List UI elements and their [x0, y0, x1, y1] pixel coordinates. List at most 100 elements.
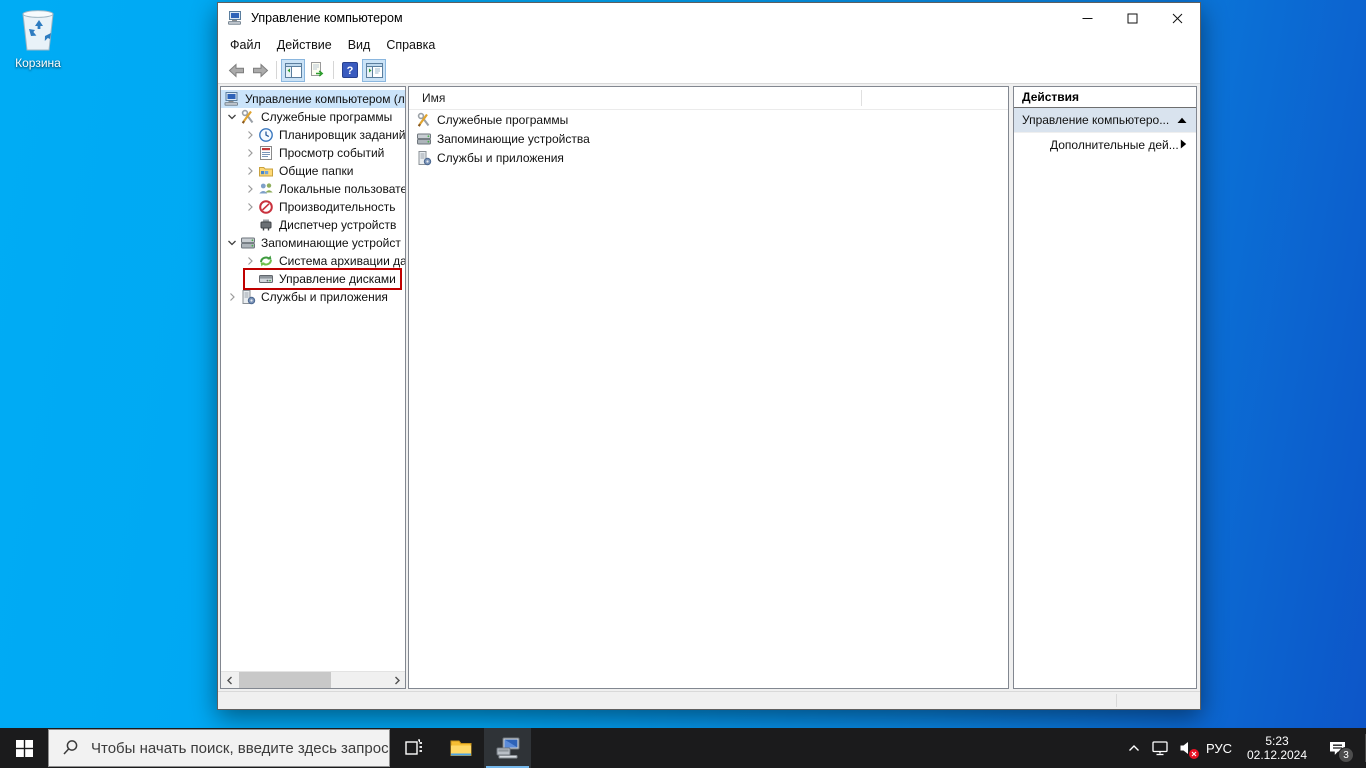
export-list-button[interactable] [305, 59, 329, 82]
event-viewer-icon [258, 145, 274, 161]
tray-overflow-chevron[interactable] [1122, 728, 1146, 768]
list-column-header[interactable]: Имя [409, 87, 1008, 110]
file-explorer-button[interactable] [437, 728, 484, 768]
status-bar-separator [1116, 694, 1117, 707]
tree-item-label: Локальные пользовате [279, 182, 406, 196]
local-users-icon [258, 181, 274, 197]
language-indicator[interactable]: РУС [1200, 728, 1238, 768]
chevron-expanded-icon[interactable] [223, 238, 240, 248]
list-item-services-and-applications[interactable]: Службы и приложения [409, 148, 1008, 167]
action-center-button[interactable]: 3 [1316, 728, 1358, 768]
system-tools-icon [416, 112, 432, 128]
network-status[interactable] [1146, 728, 1173, 768]
chevron-up-icon [1129, 745, 1139, 751]
help-button[interactable]: ? [338, 59, 362, 82]
column-separator[interactable] [861, 90, 862, 106]
show-console-tree-button[interactable] [281, 58, 305, 82]
tree-item-computer-management-root[interactable]: Управление компьютером (л [221, 90, 405, 108]
console-tree-icon [284, 62, 302, 78]
actions-pane: Действия Управление компьютеро... Дополн… [1013, 86, 1197, 689]
menu-file[interactable]: Файл [222, 35, 269, 55]
tree-item-label: Общие папки [279, 164, 354, 178]
show-action-pane-button[interactable] [362, 58, 386, 82]
action-group-label: Управление компьютеро... [1022, 113, 1170, 127]
tree-item-label: Система архивации да [279, 254, 406, 268]
tree-item-disk-management[interactable]: Управление дисками [221, 270, 405, 288]
tree-item-label: Управление компьютером (л [245, 92, 405, 106]
tree-item-label: Диспетчер устройств [279, 218, 397, 232]
maximize-button[interactable] [1110, 3, 1155, 33]
chevron-expanded-icon[interactable] [223, 112, 240, 122]
menu-help[interactable]: Справка [378, 35, 443, 55]
backup-icon [258, 253, 274, 269]
tree-item-label: Планировщик заданий [279, 128, 406, 142]
tree-item-label: Производительность [279, 200, 396, 214]
expand-right-icon[interactable] [1180, 138, 1187, 152]
tree-item-device-manager[interactable]: Диспетчер устройств [221, 216, 405, 234]
tree-horizontal-scrollbar[interactable] [221, 671, 405, 688]
items-list-pane[interactable]: Имя Служебные программы Запоминающие уст… [408, 86, 1009, 689]
scrollbar-thumb[interactable] [239, 672, 331, 688]
task-view-button[interactable] [390, 728, 437, 768]
chevron-collapsed-icon[interactable] [241, 166, 258, 176]
computer-management-app-icon [227, 10, 243, 26]
start-button[interactable] [0, 728, 48, 768]
toolbar-separator [333, 61, 334, 79]
export-list-icon [311, 62, 324, 77]
search-input[interactable] [48, 729, 390, 767]
tree-item-task-scheduler[interactable]: Планировщик заданий [221, 126, 405, 144]
computer-icon [224, 91, 240, 107]
tree-item-storage[interactable]: Запоминающие устройст [221, 234, 405, 252]
chevron-collapsed-icon[interactable] [241, 202, 258, 212]
column-header-name[interactable]: Имя [422, 91, 445, 105]
volume-status[interactable] [1173, 728, 1200, 768]
network-icon [1151, 740, 1168, 755]
taskbar-clock[interactable]: 5:23 02.12.2024 [1238, 728, 1316, 768]
tree-item-label: Запоминающие устройст [261, 236, 401, 250]
window-title: Управление компьютером [251, 11, 403, 25]
list-item-storage[interactable]: Запоминающие устройства [409, 129, 1008, 148]
storage-icon [240, 235, 256, 251]
taskbar-search[interactable] [48, 729, 390, 767]
chevron-collapsed-icon[interactable] [241, 148, 258, 158]
disk-management-icon [258, 271, 274, 287]
task-view-icon [404, 739, 422, 755]
action-more-actions[interactable]: Дополнительные дей... [1014, 133, 1196, 156]
recycle-bin-shortcut[interactable]: Корзина [8, 6, 68, 70]
clock-time: 5:23 [1265, 734, 1289, 748]
chevron-collapsed-icon[interactable] [241, 184, 258, 194]
svg-text:?: ? [347, 65, 354, 77]
tree-item-label: Управление дисками [279, 272, 396, 286]
chevron-collapsed-icon[interactable] [241, 256, 258, 266]
collapse-up-icon[interactable] [1177, 113, 1187, 127]
tree-item-performance[interactable]: Производительность [221, 198, 405, 216]
tree-item-backup[interactable]: Система архивации да [221, 252, 405, 270]
task-scheduler-icon [258, 127, 274, 143]
chevron-collapsed-icon[interactable] [241, 130, 258, 140]
tree-item-services-and-applications[interactable]: Службы и приложения [221, 288, 405, 306]
action-pane-icon [365, 62, 383, 78]
title-bar[interactable]: Управление компьютером [218, 3, 1200, 33]
computer-management-window: Управление компьютером Файл Действие Вид… [217, 2, 1201, 710]
actions-header-label: Действия [1022, 90, 1080, 104]
menu-view[interactable]: Вид [340, 35, 379, 55]
list-item-system-tools[interactable]: Служебные программы [409, 110, 1008, 129]
search-icon [62, 739, 79, 761]
tree-item-event-viewer[interactable]: Просмотр событий [221, 144, 405, 162]
chevron-collapsed-icon[interactable] [223, 292, 240, 302]
tree-item-shared-folders[interactable]: Общие папки [221, 162, 405, 180]
tree-item-local-users-and-groups[interactable]: Локальные пользовате [221, 180, 405, 198]
shared-folders-icon [258, 163, 274, 179]
console-tree-pane[interactable]: Управление компьютером (л Служебные прог… [220, 86, 406, 689]
scroll-right-arrow[interactable] [388, 672, 405, 688]
close-button[interactable] [1155, 3, 1200, 33]
computer-management-taskbar-button[interactable] [484, 728, 531, 768]
scroll-left-arrow[interactable] [221, 672, 238, 688]
action-group-computer-management[interactable]: Управление компьютеро... [1014, 108, 1196, 133]
help-icon: ? [342, 62, 358, 78]
menu-action[interactable]: Действие [269, 35, 340, 55]
tree-item-system-tools[interactable]: Служебные программы [221, 108, 405, 126]
back-button[interactable] [224, 59, 248, 82]
minimize-button[interactable] [1065, 3, 1110, 33]
forward-button[interactable] [248, 59, 272, 82]
